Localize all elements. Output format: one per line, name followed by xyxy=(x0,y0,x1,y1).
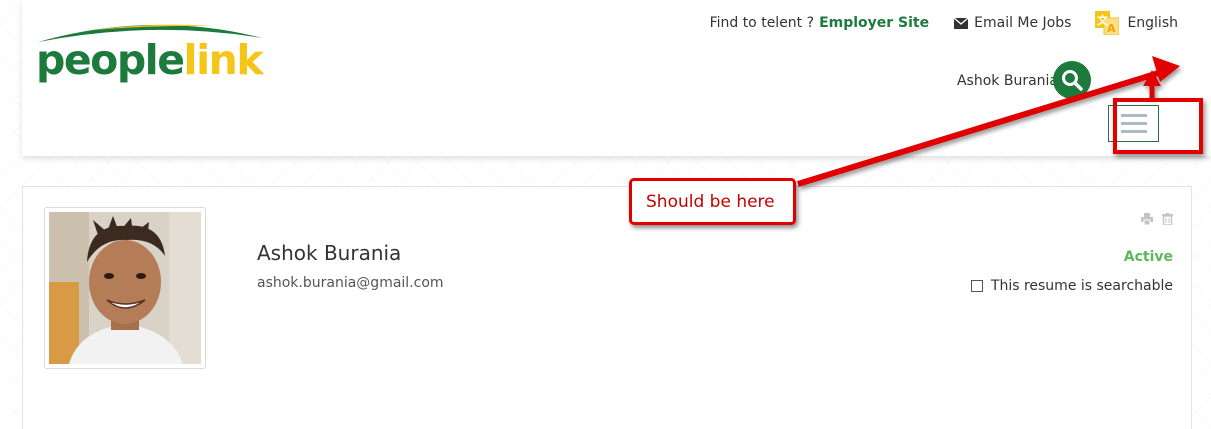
searchable-toggle[interactable]: This resume is searchable xyxy=(970,278,1173,294)
profile-photo xyxy=(49,212,201,364)
translate-icon: 文 A xyxy=(1095,11,1120,36)
status-badge: Active xyxy=(1123,249,1173,265)
find-talent-text: Find to telent ? xyxy=(709,15,815,31)
profile-email: ashok.burania@gmail.com xyxy=(257,275,444,291)
logo-text-people: people xyxy=(36,36,185,84)
card-actions xyxy=(1141,213,1173,225)
svg-text:A: A xyxy=(1107,22,1116,35)
search-button[interactable] xyxy=(1053,61,1091,99)
logo-text-link: link xyxy=(183,36,264,84)
print-icon[interactable] xyxy=(1141,213,1153,225)
profile-name: Ashok Burania xyxy=(257,241,402,265)
employer-site-link[interactable]: Employer Site xyxy=(819,15,929,31)
annotation-callout: Should be here xyxy=(629,178,796,225)
email-me-jobs-link[interactable]: Email Me Jobs xyxy=(954,15,1071,31)
avatar xyxy=(44,207,206,369)
annotation-callout-text: Should be here xyxy=(646,191,775,212)
search-icon xyxy=(1062,70,1083,91)
language-selector[interactable]: 文 A English xyxy=(1095,11,1178,36)
language-label: English xyxy=(1127,15,1178,31)
email-me-jobs-label: Email Me Jobs xyxy=(974,15,1072,31)
logo-text: peoplelink xyxy=(36,40,264,81)
envelope-icon xyxy=(954,17,969,29)
annotation-highlight-box xyxy=(1113,98,1203,154)
top-links: Find to telent ? Employer Site Email Me … xyxy=(709,11,1178,36)
trash-icon[interactable] xyxy=(1162,213,1173,225)
site-header: peoplelink Find to telent ? Employer Sit… xyxy=(22,0,1211,156)
user-name[interactable]: Ashok Burania xyxy=(957,73,1058,89)
searchable-label: This resume is searchable xyxy=(990,278,1173,294)
searchable-checkbox[interactable] xyxy=(970,280,983,292)
profile-card: Ashok Burania ashok.burania@gmail.com Ac… xyxy=(22,186,1192,429)
peoplelink-logo[interactable]: peoplelink xyxy=(34,16,269,96)
